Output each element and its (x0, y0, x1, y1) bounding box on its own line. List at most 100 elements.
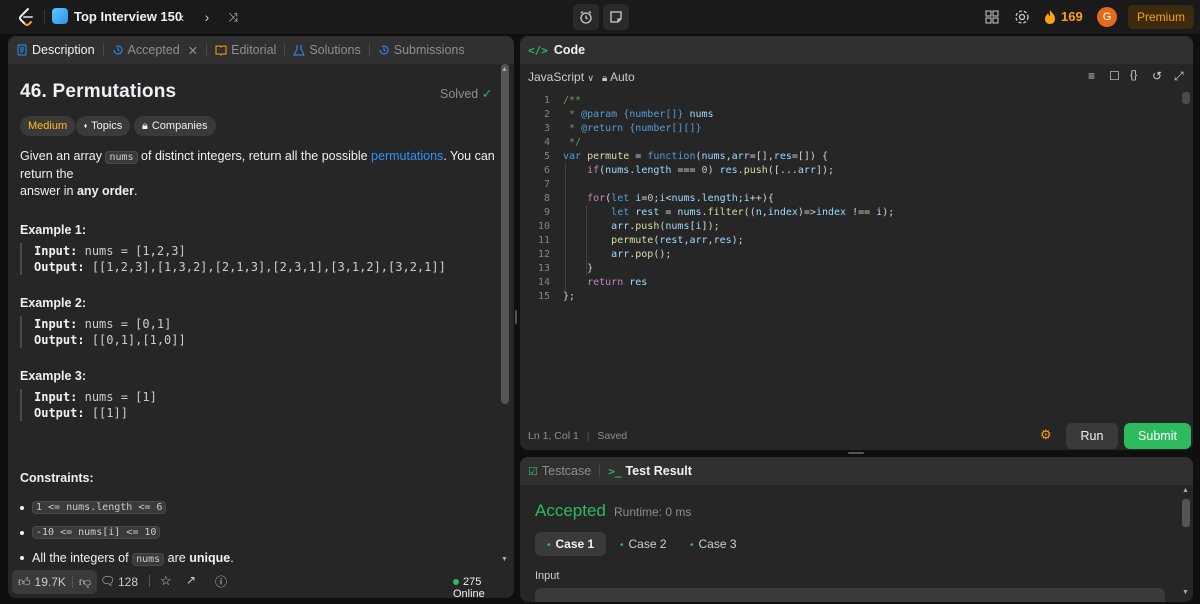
description-scrollbar[interactable]: ▲ ▼ (500, 64, 510, 580)
debug-icon[interactable]: ⚙ (1040, 427, 1052, 443)
code-line: if(nums.length === 0) res.push([...arr])… (587, 165, 835, 176)
scroll-up-icon[interactable]: ▲ (501, 66, 508, 73)
constraints-heading: Constraints: (20, 471, 94, 485)
inline-code: nums (132, 553, 165, 566)
problem-list-icon[interactable] (52, 8, 68, 24)
permutations-link[interactable]: permutations (371, 149, 443, 163)
thumbs-up-icon[interactable]: 👍︎ (18, 575, 31, 590)
scrollbar-thumb[interactable] (501, 64, 509, 404)
scroll-up-icon[interactable]: ▲ (1182, 487, 1189, 494)
result-scrollbar[interactable]: ▲ ▼ (1180, 485, 1192, 602)
notes-button[interactable] (603, 4, 629, 30)
tab-submissions[interactable]: Submissions (370, 36, 473, 64)
constraint-text: are (167, 551, 186, 565)
scrollbar-thumb[interactable] (1182, 499, 1190, 527)
save-status: Saved (597, 430, 628, 442)
thumbs-down-icon[interactable]: 👎︎ (79, 575, 91, 590)
page-title[interactable]: 46. Permutations (20, 81, 176, 103)
description-tabbar: Description Accepted ✕ Editorial Solutio… (8, 36, 514, 64)
comment-icon[interactable]: 🗨︎ (100, 574, 115, 588)
problem-list-title[interactable]: Top Interview 150 (74, 9, 182, 24)
resize-handle[interactable] (515, 310, 517, 324)
streak-count[interactable]: 169 (1061, 9, 1083, 24)
tab-description[interactable]: Description (8, 36, 103, 64)
tab-accepted[interactable]: Accepted ✕ (104, 36, 207, 64)
timer-button[interactable] (573, 4, 599, 30)
code-line: * @param {number[]} nums (563, 109, 714, 120)
case-label: Case 1 (555, 537, 595, 551)
fire-streak-icon[interactable] (1044, 9, 1056, 25)
line-number: 5 (543, 151, 550, 162)
shuffle-icon[interactable]: ⤨ (224, 8, 242, 26)
desc-text: Given an array (20, 149, 102, 163)
line-number: 1 (543, 95, 550, 106)
braces-icon[interactable]: {} (1130, 69, 1137, 81)
resize-handle[interactable] (848, 452, 864, 454)
editor-toolbar: JavaScript ∨ 🔒︎ Auto ≡ ☐ {} ↺ ⤢ (520, 64, 1193, 90)
code-line: arr.pop(); (611, 249, 672, 260)
reset-icon[interactable]: ↺ (1152, 69, 1162, 83)
run-button[interactable]: Run (1066, 423, 1118, 449)
bullet-dot (20, 530, 24, 535)
difficulty-badge[interactable]: Medium (20, 116, 76, 136)
star-icon[interactable]: ☆ (160, 573, 172, 589)
description-footer: 👍︎ 19.7K 👎︎ 🗨︎ 128 ☆ ↗ ⓘ 275 Online (8, 566, 514, 598)
format-icon[interactable]: ≡ (1088, 69, 1095, 83)
output-label: Output: (34, 333, 85, 347)
scroll-down-icon[interactable]: ▼ (1182, 589, 1189, 596)
prev-problem-icon[interactable]: ‹ (173, 8, 191, 26)
share-icon[interactable]: ↗ (186, 573, 196, 587)
topics-chip[interactable]: ⬪ Topics (76, 116, 131, 136)
tab-testcase[interactable]: ☑ Testcase (520, 457, 599, 485)
language-label: JavaScript (528, 70, 585, 84)
input-label: Input (535, 570, 560, 582)
avatar[interactable]: G (1097, 7, 1117, 27)
submit-button[interactable]: Submit (1124, 423, 1191, 449)
case-tab-2[interactable]: • Case 2 (608, 532, 679, 556)
code-line: return res (587, 277, 648, 288)
companies-chip[interactable]: 🔒︎ Companies (134, 116, 216, 136)
premium-button[interactable]: Premium (1128, 5, 1194, 29)
scroll-down-icon[interactable]: ▼ (501, 556, 508, 563)
tag-icon: ⬪ (84, 120, 88, 132)
gear-icon[interactable] (1014, 9, 1030, 25)
example-input: nums = [0,1] (84, 317, 172, 331)
next-problem-icon[interactable]: › (198, 8, 216, 26)
line-number: 8 (543, 193, 550, 204)
alarm-clock-icon (580, 10, 592, 24)
bookmark-icon[interactable]: ☐ (1109, 69, 1120, 83)
check-circle-icon: ✓ (481, 87, 493, 101)
book-icon (215, 45, 227, 56)
line-number: 10 (537, 221, 550, 232)
layout-grid-icon[interactable] (984, 9, 1000, 25)
desc-text: of distinct integers, return all the pos… (141, 149, 368, 163)
tab-submissions-label: Submissions (393, 43, 465, 57)
code-editor[interactable]: 1 2 3 4 5 6 7 8 9 10 11 12 13 14 15 /** … (520, 92, 1193, 412)
bullet-dot (20, 505, 24, 510)
mode-select[interactable]: 🔒︎ Auto (602, 70, 635, 84)
tab-solutions-label: Solutions (309, 43, 361, 57)
desc-bold: any order (76, 184, 134, 198)
case-tab-1[interactable]: • Case 1 (535, 532, 607, 556)
line-number: 2 (543, 109, 550, 120)
expand-icon[interactable]: ⤢ (1174, 69, 1184, 84)
editor-status: Ln 1, Col 1 | Saved (528, 430, 628, 442)
tab-test-result[interactable]: >_ Test Result (600, 457, 700, 485)
pass-dot: • (547, 540, 551, 551)
code-line: */ (563, 137, 582, 148)
case-tab-3[interactable]: • Case 3 (678, 532, 749, 556)
example-output: [[1,2,3],[1,3,2],[2,1,3],[2,3,1],[3,1,2]… (91, 260, 446, 274)
case-label: Case 2 (628, 537, 667, 551)
leetcode-logo-icon[interactable] (16, 7, 36, 27)
bullet-dot (20, 556, 24, 560)
example-2-heading: Example 2: (20, 296, 87, 310)
help-icon[interactable]: ⓘ (215, 573, 227, 590)
close-icon[interactable]: ✕ (188, 43, 198, 58)
tab-testcase-label: Testcase (541, 464, 592, 478)
language-select[interactable]: JavaScript ∨ (528, 70, 594, 84)
online-indicator: 275 Online (453, 576, 514, 598)
comment-count[interactable]: 128 (118, 575, 138, 589)
tab-solutions[interactable]: Solutions (285, 36, 368, 64)
tab-editorial[interactable]: Editorial (207, 36, 284, 64)
editor-scrollbar[interactable] (1182, 92, 1190, 104)
